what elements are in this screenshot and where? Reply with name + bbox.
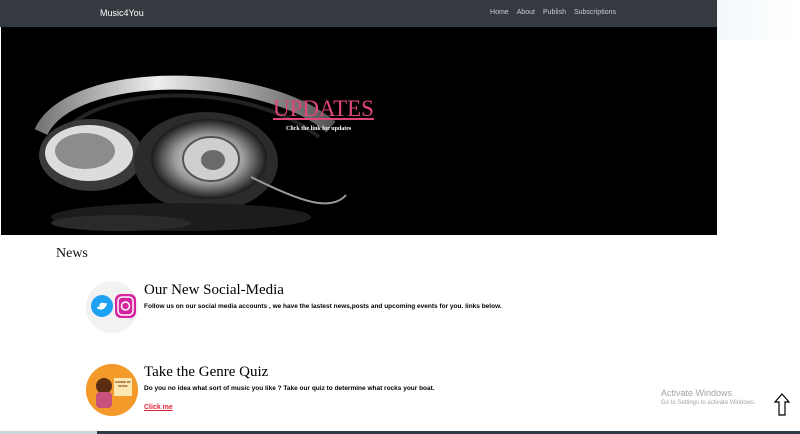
news-item-title: Take the Genre Quiz (144, 364, 269, 380)
nav-about[interactable]: About (517, 9, 535, 16)
navbar: Music4You Home About Publish Subscriptio… (0, 0, 717, 27)
watermark-line1: Activate Windows (661, 388, 733, 398)
nav-publish[interactable]: Publish (543, 9, 566, 16)
updates-link[interactable]: UPDATES (273, 96, 374, 122)
social-media-icon (86, 281, 138, 333)
nav-links: Home About Publish Subscriptions (490, 9, 616, 16)
news-item-text: Follow us on our social media accounts ,… (144, 303, 502, 310)
brand-logo[interactable]: Music4You (100, 8, 144, 18)
background-fade (717, 0, 800, 40)
genre-caption: GENRE OF MUSIC (115, 380, 131, 388)
hero-banner: UPDATES Click the link for updates (1, 27, 717, 235)
news-item-title: Our New Social-Media (144, 282, 284, 298)
nav-subscriptions[interactable]: Subscriptions (574, 9, 616, 16)
hero-subtitle: Click the link for updates (286, 126, 352, 132)
click-me-link[interactable]: Click me (144, 404, 173, 411)
headphones-image (1, 27, 717, 235)
watermark-line2: Go to Settings to activate Windows. (661, 400, 756, 406)
news-heading: News (56, 246, 88, 261)
pointer-cursor-icon (774, 393, 790, 416)
nav-home[interactable]: Home (490, 9, 509, 16)
news-item-text: Do you no idea what sort of music you li… (144, 385, 435, 392)
activate-windows-watermark: Activate Windows Go to Settings to activ… (661, 388, 756, 406)
genre-quiz-icon: GENRE OF MUSIC (86, 364, 138, 416)
